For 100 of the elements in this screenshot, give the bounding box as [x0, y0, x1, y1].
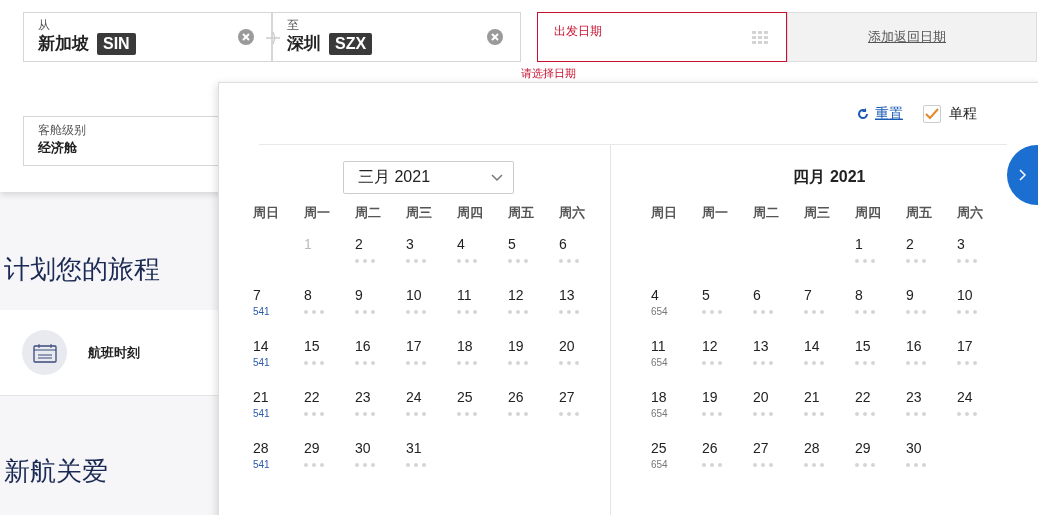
- calendar-day[interactable]: 24: [406, 389, 422, 405]
- calendar-day[interactable]: 5: [508, 236, 516, 252]
- no-price-dots-icon: [855, 463, 875, 467]
- no-price-dots-icon: [753, 310, 773, 314]
- no-price-dots-icon: [406, 412, 426, 416]
- calendar-day[interactable]: 8: [304, 287, 312, 303]
- calendar-day[interactable]: 20: [753, 389, 769, 405]
- calendar-day[interactable]: 27: [559, 389, 575, 405]
- calendar-day[interactable]: 19: [702, 389, 718, 405]
- calendar-day[interactable]: 2: [355, 236, 363, 252]
- calendar-day[interactable]: 6: [559, 236, 567, 252]
- no-price-dots-icon: [906, 412, 926, 416]
- calendar-day[interactable]: 26: [702, 440, 718, 456]
- month-select[interactable]: 三月 2021: [343, 161, 514, 194]
- clear-icon[interactable]: [238, 29, 254, 45]
- calendar-day[interactable]: 23: [355, 389, 371, 405]
- no-price-dots-icon: [406, 463, 426, 467]
- no-price-dots-icon: [702, 463, 722, 467]
- calendar-day[interactable]: 28: [253, 440, 269, 456]
- calendar-day[interactable]: 8: [855, 287, 863, 303]
- weekday-label: 周四: [457, 204, 484, 222]
- calendar-day[interactable]: 25: [457, 389, 473, 405]
- calendar-day[interactable]: 20: [559, 338, 575, 354]
- calendar-day[interactable]: 3: [957, 236, 965, 252]
- calendar-day[interactable]: 5: [702, 287, 710, 303]
- calendar-day[interactable]: 15: [304, 338, 320, 354]
- calendar-day[interactable]: 12: [508, 287, 524, 303]
- no-price-dots-icon: [355, 310, 375, 314]
- error-message: 请选择日期: [521, 66, 577, 81]
- reset-link[interactable]: 重置: [857, 104, 903, 123]
- calendar-day[interactable]: 21: [253, 389, 269, 405]
- calendar-day[interactable]: 4: [457, 236, 465, 252]
- no-price-dots-icon: [304, 463, 324, 467]
- calendar-day[interactable]: 7: [804, 287, 812, 303]
- calendar-day[interactable]: 15: [855, 338, 871, 354]
- calendar-day[interactable]: 22: [304, 389, 320, 405]
- calendar-day[interactable]: 3: [406, 236, 414, 252]
- calendar-day[interactable]: 29: [855, 440, 871, 456]
- no-price-dots-icon: [855, 259, 875, 263]
- calendar-day[interactable]: 28: [804, 440, 820, 456]
- section-heading: 计划您的旅程: [4, 253, 161, 286]
- calendar-day[interactable]: 22: [855, 389, 871, 405]
- calendar-day[interactable]: 2: [906, 236, 914, 252]
- calendar-day[interactable]: 14: [253, 338, 269, 354]
- no-price-dots-icon: [906, 463, 926, 467]
- calendar-day[interactable]: 4: [651, 287, 659, 303]
- weekday-label: 周日: [651, 204, 678, 222]
- calendar-day[interactable]: 30: [906, 440, 922, 456]
- calendar-day[interactable]: 31: [406, 440, 422, 456]
- flight-schedule-link[interactable]: 航班时刻: [88, 343, 140, 362]
- add-return-date-link[interactable]: 添加返回日期: [868, 28, 946, 46]
- calendar-day[interactable]: 24: [957, 389, 973, 405]
- calendar-day[interactable]: 10: [406, 287, 422, 303]
- calendar-day[interactable]: 13: [559, 287, 575, 303]
- calendar-day[interactable]: 13: [753, 338, 769, 354]
- calendar-day[interactable]: 9: [906, 287, 914, 303]
- calendar-day[interactable]: 14: [804, 338, 820, 354]
- calendar-day[interactable]: 1: [855, 236, 863, 252]
- calendar-day[interactable]: 29: [304, 440, 320, 456]
- no-price-dots-icon: [855, 412, 875, 416]
- no-price-dots-icon: [406, 361, 426, 365]
- no-price-dots-icon: [508, 361, 528, 365]
- no-price-dots-icon: [753, 412, 773, 416]
- calendar-day[interactable]: 17: [406, 338, 422, 354]
- calendar-day[interactable]: 19: [508, 338, 524, 354]
- calendar-day[interactable]: 16: [355, 338, 371, 354]
- weekday-label: 周二: [355, 204, 382, 222]
- calendar-day[interactable]: 11: [651, 338, 666, 354]
- calendar-day[interactable]: 18: [651, 389, 667, 405]
- calendar-day[interactable]: 7: [253, 287, 261, 303]
- calendar-day[interactable]: 25: [651, 440, 667, 456]
- calendar-day[interactable]: 17: [957, 338, 973, 354]
- calendar-day[interactable]: 9: [355, 287, 363, 303]
- no-price-dots-icon: [957, 361, 977, 365]
- calendar-day[interactable]: 11: [457, 287, 472, 303]
- calendar-day[interactable]: 16: [906, 338, 922, 354]
- one-way-checkbox[interactable]: 单程: [923, 104, 977, 123]
- calendar-day[interactable]: 27: [753, 440, 769, 456]
- calendar-day[interactable]: 12: [702, 338, 718, 354]
- field-label: 从: [38, 19, 51, 32]
- weekday-label: 周二: [753, 204, 780, 222]
- no-price-dots-icon: [559, 361, 579, 365]
- calendar-day[interactable]: 30: [355, 440, 371, 456]
- cabin-class-value: 经济舱: [38, 139, 78, 157]
- no-price-dots-icon: [957, 310, 977, 314]
- calendar-day[interactable]: 6: [753, 287, 761, 303]
- weekday-label: 周一: [304, 204, 331, 222]
- no-price-dots-icon: [753, 463, 773, 467]
- calendar-day[interactable]: 21: [804, 389, 820, 405]
- no-price-dots-icon: [559, 412, 579, 416]
- no-price-dots-icon: [559, 259, 579, 263]
- calendar-day[interactable]: 10: [957, 287, 973, 303]
- depart-date-field[interactable]: 出发日期: [537, 12, 787, 62]
- calendar-day[interactable]: 18: [457, 338, 473, 354]
- no-price-dots-icon: [508, 310, 528, 314]
- fare-price: 541: [253, 357, 270, 368]
- calendar-day[interactable]: 26: [508, 389, 524, 405]
- calendar-day[interactable]: 23: [906, 389, 922, 405]
- field-label: 客舱级别: [38, 124, 87, 137]
- clear-icon[interactable]: [487, 29, 503, 45]
